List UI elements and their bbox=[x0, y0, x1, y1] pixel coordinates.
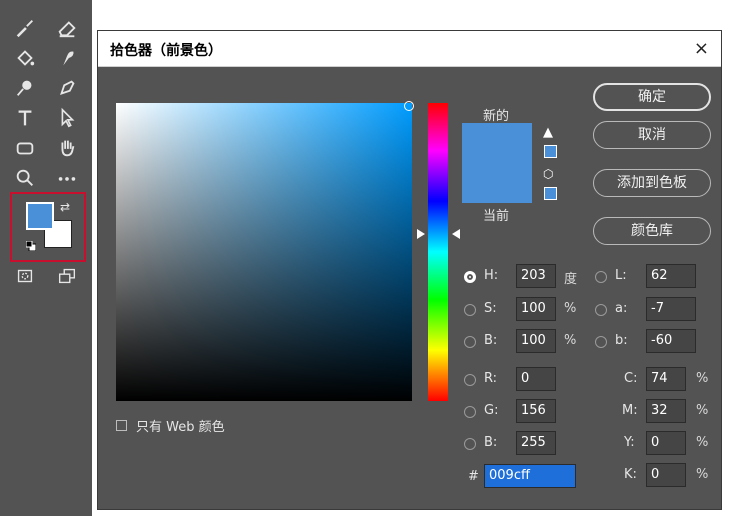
brightness-input[interactable]: 100 bbox=[516, 329, 556, 353]
more-tools-icon[interactable] bbox=[50, 164, 84, 192]
smudge-tool-icon[interactable] bbox=[50, 44, 84, 72]
lab-l-input[interactable]: 62 bbox=[646, 264, 696, 288]
lab-b-input[interactable]: -60 bbox=[646, 329, 696, 353]
color-libraries-button[interactable]: 颜色库 bbox=[593, 217, 711, 245]
lab-b-label: b: bbox=[615, 333, 628, 348]
web-safe-swatch[interactable] bbox=[544, 187, 557, 200]
blue-radio[interactable] bbox=[464, 438, 476, 450]
hue-radio[interactable] bbox=[464, 271, 476, 283]
eraser-tool-icon[interactable] bbox=[50, 14, 84, 42]
yellow-unit: % bbox=[696, 435, 709, 450]
lab-a-radio[interactable] bbox=[595, 304, 607, 316]
pen-tool-icon[interactable] bbox=[50, 74, 84, 102]
hue-slider-right-arrow[interactable] bbox=[452, 229, 460, 239]
hue-input[interactable]: 203 bbox=[516, 264, 556, 288]
new-color-preview bbox=[462, 123, 532, 163]
red-label: R: bbox=[484, 371, 498, 386]
hue-unit: 度 bbox=[564, 272, 578, 287]
red-input[interactable]: 0 bbox=[516, 367, 556, 391]
saturation-input[interactable]: 100 bbox=[516, 297, 556, 321]
screen-mode-icon[interactable] bbox=[50, 262, 84, 290]
current-color-label: 当前 bbox=[483, 209, 510, 224]
magenta-input[interactable]: 32 bbox=[646, 399, 686, 423]
hand-tool-icon[interactable] bbox=[50, 134, 84, 162]
hue-slider-left-arrow[interactable] bbox=[417, 229, 425, 239]
blue-input[interactable]: 255 bbox=[516, 431, 556, 455]
saturation-radio[interactable] bbox=[464, 304, 476, 316]
cancel-button[interactable]: 取消 bbox=[593, 121, 711, 149]
hue-label: H: bbox=[484, 268, 499, 283]
gamut-correction-swatch[interactable] bbox=[544, 145, 557, 158]
yellow-input[interactable]: 0 bbox=[646, 431, 686, 455]
lab-a-label: a: bbox=[615, 301, 628, 316]
saturation-label: S: bbox=[484, 301, 497, 316]
current-color-preview[interactable] bbox=[462, 163, 532, 203]
dialog-titlebar: 拾色器（前景色） × bbox=[98, 31, 721, 67]
color-picker-dialog: 拾色器（前景色） × 新的 当前 ▲ ⬡ 确定 取消 添加到色板 颜色库 H: … bbox=[97, 30, 722, 510]
color-field-cursor[interactable] bbox=[404, 101, 414, 111]
lab-a-input[interactable]: -7 bbox=[646, 297, 696, 321]
lab-b-radio[interactable] bbox=[595, 336, 607, 348]
brush-tool-icon[interactable] bbox=[8, 14, 42, 42]
black-unit: % bbox=[696, 467, 709, 482]
cyan-unit: % bbox=[696, 371, 709, 386]
close-icon[interactable]: × bbox=[694, 38, 709, 59]
ok-button[interactable]: 确定 bbox=[593, 83, 711, 111]
cyan-input[interactable]: 74 bbox=[646, 367, 686, 391]
green-input[interactable]: 156 bbox=[516, 399, 556, 423]
dodge-tool-icon[interactable] bbox=[8, 74, 42, 102]
hex-input[interactable]: 009cff bbox=[484, 464, 576, 488]
web-safe-warning-icon[interactable]: ⬡ bbox=[543, 167, 553, 181]
hex-label: # bbox=[468, 469, 479, 484]
quick-mask-icon[interactable] bbox=[8, 262, 42, 290]
zoom-tool-icon[interactable] bbox=[8, 164, 42, 192]
rectangle-tool-icon[interactable] bbox=[8, 134, 42, 162]
default-colors-icon[interactable] bbox=[25, 236, 37, 252]
black-input[interactable]: 0 bbox=[646, 463, 686, 487]
new-color-label: 新的 bbox=[483, 109, 510, 124]
blue-label: B: bbox=[484, 435, 498, 450]
brightness-radio[interactable] bbox=[464, 336, 476, 348]
web-only-label: 只有 Web 颜色 bbox=[136, 420, 225, 435]
green-label: G: bbox=[484, 403, 499, 418]
brightness-label: B: bbox=[484, 333, 498, 348]
tools-panel: ⇄ bbox=[0, 0, 92, 516]
out-of-gamut-warning-icon[interactable]: ▲ bbox=[543, 125, 553, 140]
green-radio[interactable] bbox=[464, 406, 476, 418]
paint-bucket-tool-icon[interactable] bbox=[8, 44, 42, 72]
red-radio[interactable] bbox=[464, 374, 476, 386]
type-tool-icon[interactable] bbox=[8, 104, 42, 132]
color-field[interactable] bbox=[116, 103, 412, 401]
foreground-color-swatch[interactable] bbox=[26, 202, 54, 230]
magenta-label: M: bbox=[622, 403, 638, 418]
black-label: K: bbox=[624, 467, 637, 482]
magenta-unit: % bbox=[696, 403, 709, 418]
cyan-label: C: bbox=[624, 371, 638, 386]
swap-colors-icon[interactable]: ⇄ bbox=[60, 200, 70, 214]
brightness-unit: % bbox=[564, 333, 577, 348]
saturation-unit: % bbox=[564, 301, 577, 316]
lab-l-radio[interactable] bbox=[595, 271, 607, 283]
web-only-checkbox[interactable] bbox=[116, 420, 127, 431]
hue-slider[interactable] bbox=[428, 103, 448, 401]
path-selection-tool-icon[interactable] bbox=[50, 104, 84, 132]
yellow-label: Y: bbox=[624, 435, 635, 450]
add-to-swatches-button[interactable]: 添加到色板 bbox=[593, 169, 711, 197]
dialog-title: 拾色器（前景色） bbox=[110, 43, 222, 59]
lab-l-label: L: bbox=[615, 268, 627, 283]
